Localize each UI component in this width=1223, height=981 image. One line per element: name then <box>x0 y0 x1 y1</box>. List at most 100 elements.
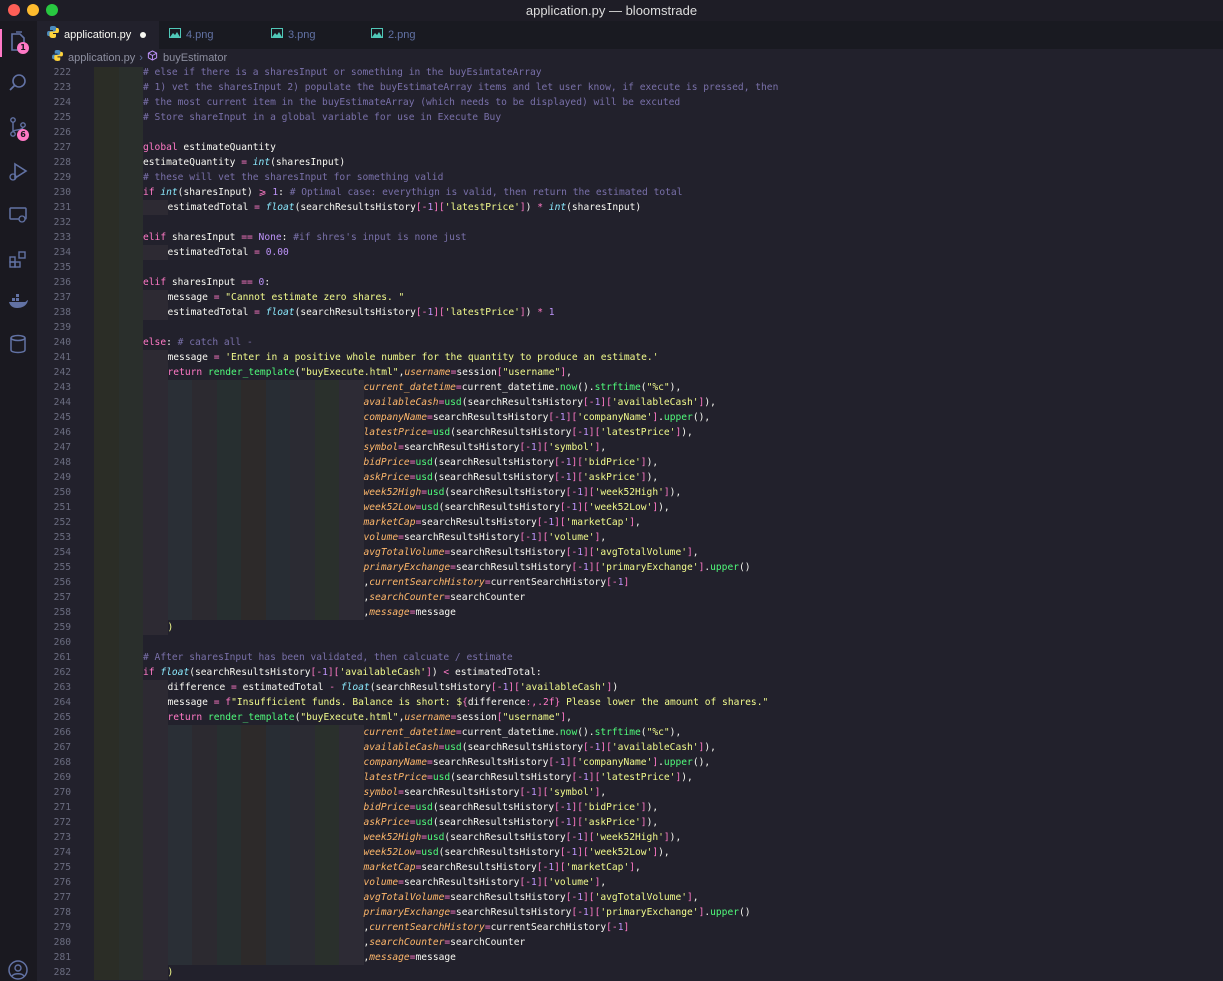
code-line[interactable]: 249 askPrice=usd(searchResultsHistory[-1]… <box>37 470 1223 485</box>
code-line[interactable]: 233 elif sharesInput == None: #if shres's… <box>37 230 1223 245</box>
code-text: askPrice=usd(searchResultsHistory[-1]['a… <box>363 817 659 828</box>
indent-guide <box>143 755 168 770</box>
code-line[interactable]: 238 estimatedTotal = float(searchResultsH… <box>37 305 1223 320</box>
code-line[interactable]: 227 global estimateQuantity <box>37 140 1223 155</box>
code-line[interactable]: 272 askPrice=usd(searchResultsHistory[-1]… <box>37 815 1223 830</box>
indent-guide <box>314 380 339 395</box>
code-line[interactable]: 273 week52High=usd(searchResultsHistory[-… <box>37 830 1223 845</box>
line-number: 262 <box>53 667 71 678</box>
code-line[interactable]: 263 difference = estimatedTotal - float(s… <box>37 680 1223 695</box>
code-line[interactable]: 224 # the most current item in the buyEst… <box>37 95 1223 110</box>
code-line[interactable]: 276 volume=searchResultsHistory[-1]['volu… <box>37 875 1223 890</box>
code-line[interactable]: 240 else: # catch all - <box>37 335 1223 350</box>
code-line[interactable]: 228 estimateQuantity = int(sharesInput) <box>37 155 1223 170</box>
code-text: marketCap=searchResultsHistory[-1]['mark… <box>363 862 641 873</box>
code-line[interactable]: 278 primaryExchange=searchResultsHistory[… <box>37 905 1223 920</box>
remote-explorer-icon[interactable] <box>7 204 29 226</box>
code-line[interactable]: 265 return render_template("buyExecute.ht… <box>37 710 1223 725</box>
line-number: 248 <box>53 457 71 468</box>
code-line[interactable]: 225 # Store shareInput in a global variab… <box>37 110 1223 125</box>
code-line[interactable]: 262 if float(searchResultsHistory[-1]['av… <box>37 665 1223 680</box>
indent-guide <box>265 410 290 425</box>
indent-guide <box>265 485 290 500</box>
account-icon[interactable] <box>7 959 29 981</box>
code-editor[interactable]: 222 # else if there is a sharesInput or s… <box>37 67 1223 981</box>
code-line[interactable]: 271 bidPrice=usd(searchResultsHistory[-1]… <box>37 800 1223 815</box>
code-text: elif sharesInput == 0: <box>143 277 271 288</box>
tab-2-png[interactable]: 2.png <box>361 21 461 49</box>
code-line[interactable]: 264 message = f"Insufficient funds. Balan… <box>37 695 1223 710</box>
indent-guide <box>339 470 364 485</box>
code-line[interactable]: 270 symbol=searchResultsHistory[-1]['symb… <box>37 785 1223 800</box>
indent-guide <box>94 560 119 575</box>
code-text: # the most current item in the buyEstima… <box>143 97 681 108</box>
code-line[interactable]: 231 estimatedTotal = float(searchResultsH… <box>37 200 1223 215</box>
code-line[interactable]: 281 ,message=message <box>37 950 1223 965</box>
run-debug-icon[interactable] <box>7 160 29 182</box>
code-line[interactable]: 246 latestPrice=usd(searchResultsHistory[… <box>37 425 1223 440</box>
code-line[interactable]: 223 # 1) vet the sharesInput 2) populate … <box>37 80 1223 95</box>
code-line[interactable]: 237 message = "Cannot estimate zero share… <box>37 290 1223 305</box>
indent-guide <box>192 860 217 875</box>
code-line[interactable]: 280 ,searchCounter=searchCounter <box>37 935 1223 950</box>
indent-guide <box>94 245 119 260</box>
indent-guide <box>290 425 315 440</box>
indent-guide <box>167 755 192 770</box>
code-line[interactable]: 239 <box>37 320 1223 335</box>
code-line[interactable]: 222 # else if there is a sharesInput or s… <box>37 67 1223 80</box>
code-line[interactable]: 260 <box>37 635 1223 650</box>
search-icon[interactable] <box>7 72 29 94</box>
code-line[interactable]: 236 elif sharesInput == 0: <box>37 275 1223 290</box>
code-line[interactable]: 253 volume=searchResultsHistory[-1]['volu… <box>37 530 1223 545</box>
line-number: 263 <box>53 682 71 693</box>
code-line[interactable]: 267 availableCash=usd(searchResultsHistor… <box>37 740 1223 755</box>
code-line[interactable]: 229 # these will vet the sharesInput for … <box>37 170 1223 185</box>
code-line[interactable]: 275 marketCap=searchResultsHistory[-1]['m… <box>37 860 1223 875</box>
code-line[interactable]: 282) <box>37 965 1223 980</box>
indent-guide <box>314 800 339 815</box>
code-line[interactable]: 247 symbol=searchResultsHistory[-1]['symb… <box>37 440 1223 455</box>
tab-3-png[interactable]: 3.png <box>261 21 361 49</box>
code-line[interactable]: 279 ,currentSearchHistory=currentSearchHi… <box>37 920 1223 935</box>
code-line[interactable]: 258 ,message=message <box>37 605 1223 620</box>
breadcrumb-file[interactable]: application.py <box>68 52 135 64</box>
tab-4-png[interactable]: 4.png <box>159 21 261 49</box>
indent-guide <box>118 680 143 695</box>
code-line[interactable]: 241 message = 'Enter in a positive whole … <box>37 350 1223 365</box>
tab-application-py[interactable]: application.py <box>37 21 159 49</box>
code-line[interactable]: 269 latestPrice=usd(searchResultsHistory[… <box>37 770 1223 785</box>
code-line[interactable]: 226 <box>37 125 1223 140</box>
code-line[interactable]: 277 avgTotalVolume=searchResultsHistory[-… <box>37 890 1223 905</box>
code-line[interactable]: 255 primaryExchange=searchResultsHistory[… <box>37 560 1223 575</box>
code-line[interactable]: 232 <box>37 215 1223 230</box>
code-line[interactable]: 243 current_datetime=current_datetime.now… <box>37 380 1223 395</box>
extensions-icon[interactable] <box>7 248 29 270</box>
code-line[interactable]: 268 companyName=searchResultsHistory[-1][… <box>37 755 1223 770</box>
indent-guide <box>339 500 364 515</box>
code-line[interactable]: 242 return render_template("buyExecute.ht… <box>37 365 1223 380</box>
breadcrumb-symbol[interactable]: buyEstimator <box>163 52 227 64</box>
code-line[interactable]: 251 week52Low=usd(searchResultsHistory[-1… <box>37 500 1223 515</box>
code-line[interactable]: 235 <box>37 260 1223 275</box>
code-line[interactable]: 248 bidPrice=usd(searchResultsHistory[-1]… <box>37 455 1223 470</box>
code-line[interactable]: 261 # After sharesInput has been validate… <box>37 650 1223 665</box>
code-line[interactable]: 256 ,currentSearchHistory=currentSearchHi… <box>37 575 1223 590</box>
code-line[interactable]: 274 week52Low=usd(searchResultsHistory[-1… <box>37 845 1223 860</box>
code-line[interactable]: 230 if int(sharesInput) ⩾ 1: # Optimal ca… <box>37 185 1223 200</box>
code-line[interactable]: 234 estimatedTotal = 0.00 <box>37 245 1223 260</box>
code-line[interactable]: 266 current_datetime=current_datetime.now… <box>37 725 1223 740</box>
code-line[interactable]: 254 avgTotalVolume=searchResultsHistory[-… <box>37 545 1223 560</box>
docker-icon[interactable] <box>7 291 29 313</box>
code-line[interactable]: 259) <box>37 620 1223 635</box>
indent-guide <box>167 740 192 755</box>
code-line[interactable]: 252 marketCap=searchResultsHistory[-1]['m… <box>37 515 1223 530</box>
code-line[interactable]: 257 ,searchCounter=searchCounter <box>37 590 1223 605</box>
indent-guide <box>143 350 168 365</box>
database-icon[interactable] <box>7 333 29 355</box>
line-number: 265 <box>53 712 71 723</box>
code-line[interactable]: 250 week52High=usd(searchResultsHistory[-… <box>37 485 1223 500</box>
code-line[interactable]: 244 availableCash=usd(searchResultsHistor… <box>37 395 1223 410</box>
code-line[interactable]: 245 companyName=searchResultsHistory[-1][… <box>37 410 1223 425</box>
indent-guide <box>94 635 119 650</box>
indent-guide <box>94 695 119 710</box>
